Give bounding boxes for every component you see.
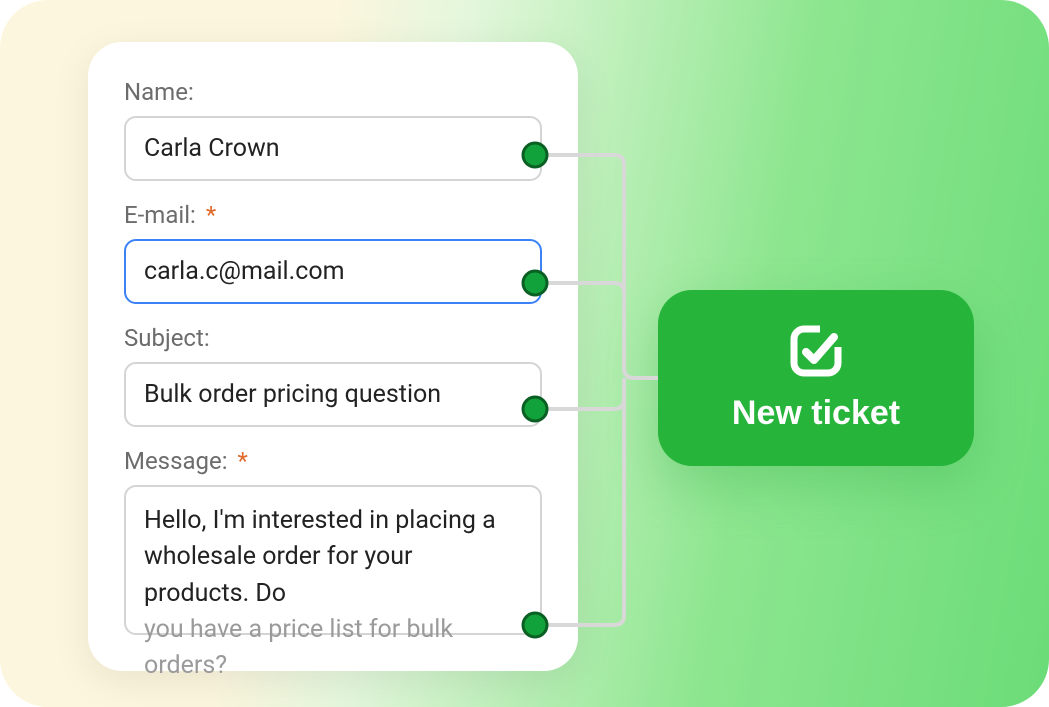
form-card: Name: E-mail: * Subject: Message: * Hell… bbox=[88, 42, 578, 671]
required-asterisk: * bbox=[237, 447, 247, 475]
message-label-text: Message: bbox=[124, 447, 228, 475]
email-label-text: E-mail: bbox=[124, 201, 196, 229]
email-label: E-mail: * bbox=[124, 201, 542, 229]
message-input[interactable]: Hello, I'm interested in placing a whole… bbox=[124, 485, 542, 635]
message-line2: wholesale order for your products. Do bbox=[144, 542, 413, 607]
field-subject: Subject: bbox=[124, 324, 542, 427]
check-square-icon bbox=[788, 323, 844, 382]
field-name: Name: bbox=[124, 78, 542, 181]
field-email: E-mail: * bbox=[124, 201, 542, 304]
required-asterisk: * bbox=[206, 201, 216, 229]
new-ticket-button[interactable]: New ticket bbox=[658, 290, 974, 466]
subject-label: Subject: bbox=[124, 324, 542, 352]
message-label: Message: * bbox=[124, 447, 542, 475]
field-message: Message: * Hello, I'm interested in plac… bbox=[124, 447, 542, 635]
name-input[interactable] bbox=[124, 116, 542, 181]
message-line1: Hello, I'm interested in placing a bbox=[144, 506, 496, 535]
canvas: Name: E-mail: * Subject: Message: * Hell… bbox=[0, 0, 1049, 707]
name-label: Name: bbox=[124, 78, 542, 106]
new-ticket-label: New ticket bbox=[732, 394, 900, 433]
email-input[interactable] bbox=[124, 239, 542, 304]
message-line3: you have a price list for bulk orders? bbox=[144, 615, 453, 680]
subject-input[interactable] bbox=[124, 362, 542, 427]
